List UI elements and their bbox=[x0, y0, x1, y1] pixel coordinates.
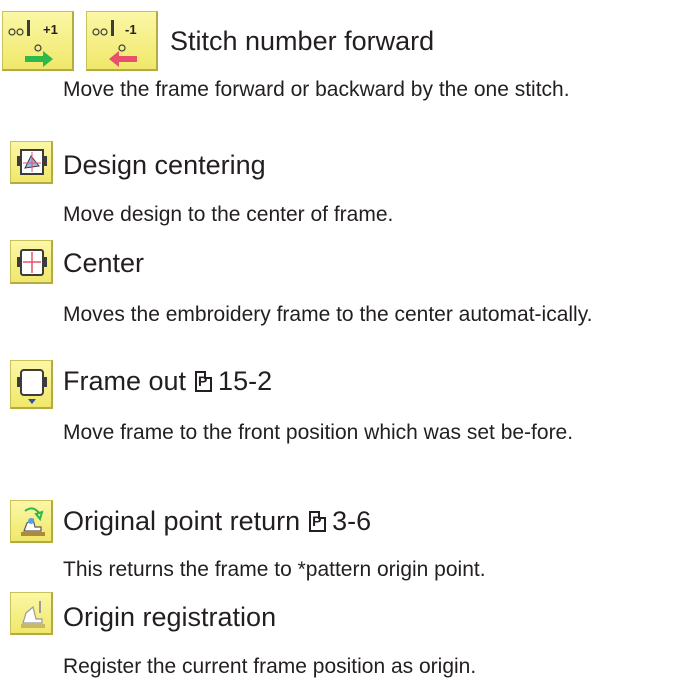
stitch-backward-minus-one-icon[interactable]: -1 bbox=[86, 11, 158, 71]
entry-description: Move the frame forward or backward by th… bbox=[63, 78, 570, 101]
page-reference: 15-2 bbox=[218, 366, 273, 396]
page-reference-icon: P bbox=[195, 371, 213, 392]
entry-title: Center bbox=[63, 248, 145, 278]
entry-title-text: Original point return bbox=[63, 506, 301, 536]
stitch-forward-plus-one-icon[interactable]: +1 bbox=[2, 11, 74, 71]
entry-title-text: Frame out bbox=[63, 366, 187, 396]
origin-registration-icon[interactable] bbox=[10, 592, 53, 635]
design-centering-icon[interactable] bbox=[10, 141, 53, 184]
entry-description: Register the current frame position as o… bbox=[63, 655, 477, 678]
frame-center-icon[interactable] bbox=[10, 240, 53, 284]
entry-description: Move design to the center of frame. bbox=[63, 203, 394, 226]
entry-title: Origin registration bbox=[63, 602, 277, 632]
entry-title: Stitch number forward bbox=[170, 26, 435, 56]
entry-title: Design centering bbox=[63, 150, 266, 180]
entry-title: Original point return P 3-6 bbox=[63, 505, 371, 537]
page-reference: 3-6 bbox=[332, 506, 372, 536]
page-reference-icon: P bbox=[309, 511, 327, 532]
entry-description: Moves the embroidery frame to the center… bbox=[63, 303, 593, 326]
entry-description: This returns the frame to *pattern origi… bbox=[63, 558, 486, 581]
original-point-return-icon[interactable] bbox=[10, 500, 53, 543]
minus-one-label: -1 bbox=[125, 22, 137, 37]
plus-one-label: +1 bbox=[43, 22, 58, 37]
entry-title: Frame out P 15-2 bbox=[63, 365, 272, 397]
frame-out-icon[interactable] bbox=[10, 360, 53, 409]
entry-description: Move frame to the front position which w… bbox=[63, 421, 574, 444]
